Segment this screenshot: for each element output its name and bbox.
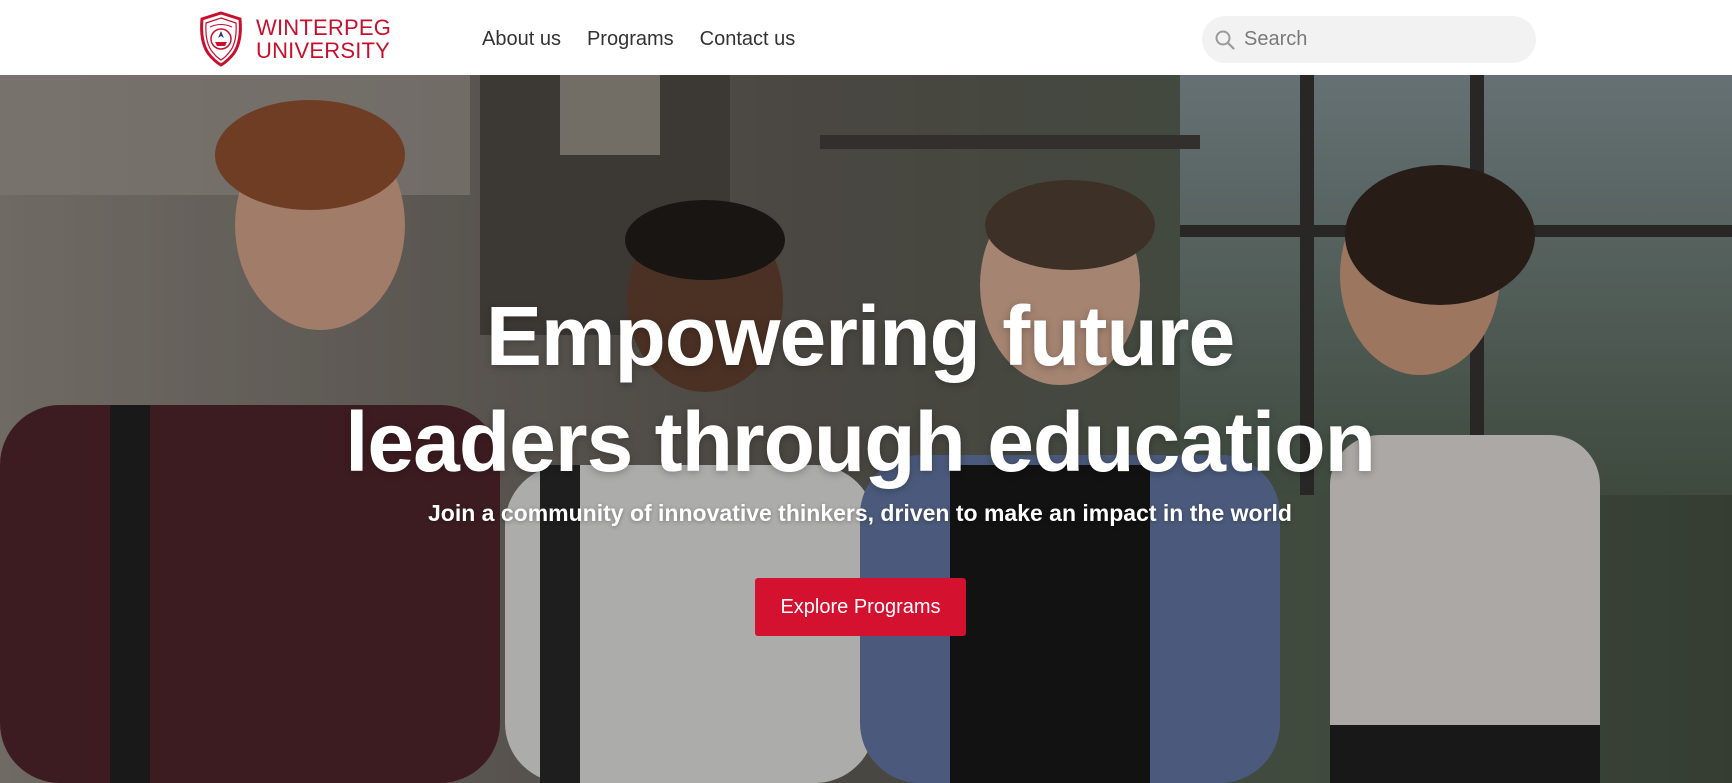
hero-subtitle: Join a community of innovative thinkers,… [428, 500, 1292, 526]
nav-link-about-us[interactable]: About us [482, 28, 561, 51]
explore-programs-button[interactable]: Explore Programs [755, 578, 966, 636]
nav-link-programs[interactable]: Programs [587, 28, 674, 51]
top-navbar: WINTERPEG UNIVERSITY About us Programs C… [0, 0, 1732, 75]
nav-link-contact-us[interactable]: Contact us [700, 28, 796, 51]
brand-name-line2: UNIVERSITY [256, 38, 391, 63]
hero-section: Empowering future leaders through educat… [0, 75, 1732, 783]
hero-title: Empowering future leaders through educat… [0, 283, 1720, 495]
hero-title-line1: Empowering future [485, 289, 1235, 383]
search-icon [1215, 30, 1235, 50]
brand-name-line1: WINTERPEG [256, 15, 392, 40]
search-input[interactable] [1244, 28, 1524, 51]
university-crest-icon [200, 11, 242, 67]
primary-nav: About us Programs Contact us [482, 0, 795, 79]
search-box[interactable] [1202, 16, 1536, 63]
brand-logo-link[interactable]: WINTERPEG UNIVERSITY [196, 11, 391, 67]
hero-title-line2: leaders through education [345, 395, 1376, 489]
brand-name: WINTERPEG UNIVERSITY [256, 16, 391, 62]
